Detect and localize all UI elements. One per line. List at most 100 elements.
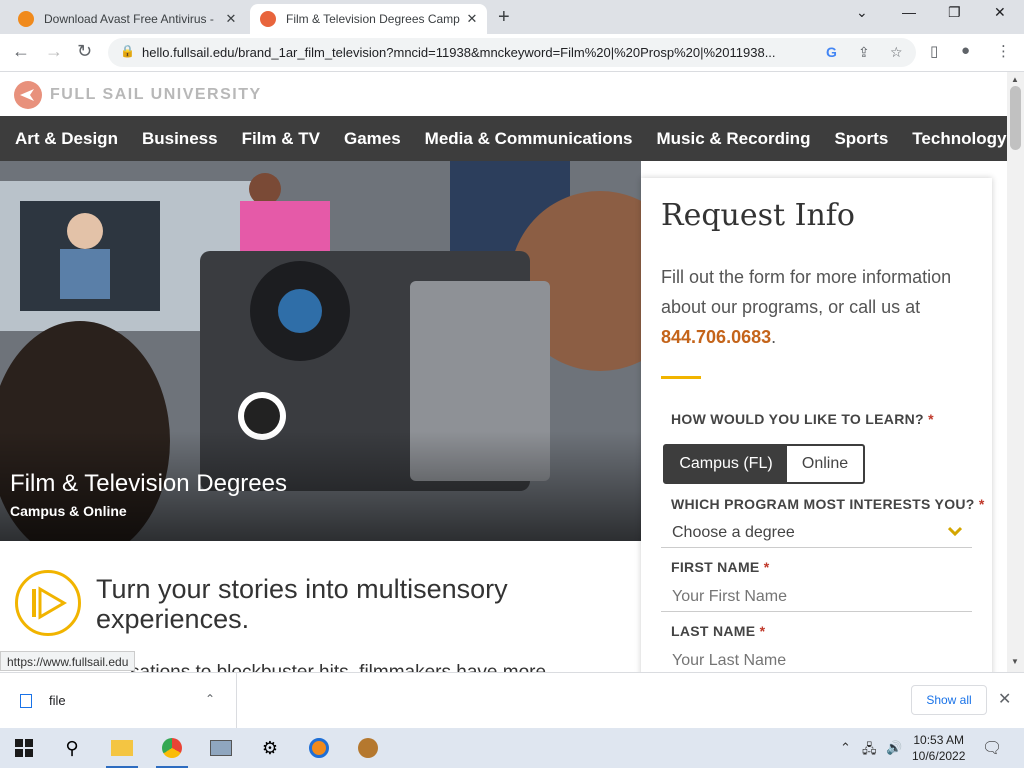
settings-gear-icon[interactable]: ⚙ (258, 736, 282, 760)
nav-media-communications[interactable]: Media & Communications (425, 129, 633, 149)
first-name-label: FIRST NAME * (671, 559, 770, 575)
first-name-field[interactable] (661, 582, 972, 612)
windows-start-icon[interactable] (12, 736, 36, 760)
menu-kebab-icon[interactable]: ⋮ (996, 42, 1011, 60)
show-all-button[interactable]: Show all (911, 685, 987, 715)
logo-text: FULL SAIL UNIVERSITY (50, 86, 262, 103)
url-text[interactable]: hello.fullsail.edu/brand_1ar_film_televi… (142, 45, 814, 60)
close-tab-icon[interactable]: ✕ (222, 11, 240, 27)
intro-paragraph: sations to blockbuster hits, filmmakers … (130, 662, 546, 672)
minimize-button[interactable]: — (902, 4, 916, 20)
side-panel-icon[interactable]: ▯ (930, 42, 938, 60)
request-info-form: Request Info Fill out the form for more … (641, 178, 992, 672)
new-tab-button[interactable]: + (498, 6, 510, 29)
program-label: WHICH PROGRAM MOST INTERESTS YOU? * (671, 496, 985, 512)
link-status-bubble: https://www.fullsail.edu (0, 651, 136, 671)
download-file-name: file (49, 693, 66, 708)
program-label-text: WHICH PROGRAM MOST INTERESTS YOU? (671, 496, 975, 512)
required-mark: * (978, 496, 985, 512)
share-icon[interactable]: ⇪ (858, 44, 870, 61)
web-page: FULL SAIL UNIVERSITY Art & Design Busine… (0, 72, 1007, 672)
learn-mode-toggle: Campus (FL) Online (663, 444, 865, 484)
profile-avatar-icon[interactable]: ● (961, 42, 970, 59)
learn-label-text: HOW WOULD YOU LIKE TO LEARN? (671, 411, 924, 427)
tab-search-icon[interactable]: ⌄ (856, 4, 868, 21)
intro-period: . (771, 327, 777, 347)
notifications-icon[interactable]: 🗨 (982, 738, 1002, 758)
tab-strip: Download Avast Free Antivirus - ✕ Film &… (0, 0, 1024, 34)
intro-text: Fill out the form for more information a… (661, 267, 952, 317)
online-option[interactable]: Online (787, 446, 863, 482)
close-tab-icon[interactable]: ✕ (463, 11, 481, 27)
program-select[interactable]: Choose a degree (661, 520, 972, 548)
form-heading: Request Info (661, 198, 855, 233)
image-viewer-icon[interactable] (209, 736, 233, 760)
chevron-up-icon[interactable]: ⌃ (205, 692, 215, 706)
nav-film-tv[interactable]: Film & TV (242, 129, 320, 149)
nav-sports[interactable]: Sports (834, 129, 888, 149)
lock-icon[interactable]: 🔒 (120, 44, 135, 58)
tab-avast[interactable]: Download Avast Free Antivirus - ✕ (8, 4, 246, 34)
scroll-up-icon[interactable]: ▲ (1011, 75, 1019, 84)
tagline-heading: Turn your stories into multisensory expe… (96, 574, 508, 634)
phone-link[interactable]: 844.706.0683 (661, 327, 771, 347)
clock-time: 10:53 AM (913, 733, 965, 747)
required-mark: * (763, 559, 770, 575)
nav-business[interactable]: Business (142, 129, 218, 149)
network-icon[interactable]: 🖧 (862, 740, 877, 762)
logo-mark-icon (14, 81, 42, 109)
bookmark-star-icon[interactable]: ☆ (890, 44, 903, 61)
form-intro: Fill out the form for more information a… (661, 262, 981, 352)
tab-fullsail[interactable]: Film & Television Degrees Camp ✕ (250, 4, 487, 34)
volume-icon[interactable]: 🔊 (886, 740, 902, 756)
chevron-down-icon (947, 523, 963, 539)
restore-button[interactable]: ❐ (948, 4, 961, 21)
file-explorer-icon[interactable] (106, 736, 138, 768)
program-select-value: Choose a degree (672, 524, 795, 541)
hero-subtitle: Campus & Online (10, 503, 127, 519)
windows-taskbar: ⚲ ⚙ ⌃ 🖧 🔊 10:53 AM 10/6/2022 🗨 (0, 728, 1024, 768)
required-mark: * (928, 411, 934, 427)
hero-image: Film & Television Degrees Campus & Onlin… (0, 161, 641, 541)
download-bar: file ⌃ Show all ✕ (0, 672, 1024, 728)
nav-technology[interactable]: Technology (912, 129, 1006, 149)
last-name-field[interactable] (661, 646, 972, 672)
scrollbar-thumb[interactable] (1010, 86, 1021, 150)
avast-favicon-icon (18, 11, 34, 27)
page-scrollbar[interactable]: ▲ ▼ (1007, 72, 1024, 672)
nav-music-recording[interactable]: Music & Recording (656, 129, 810, 149)
play-forward-icon (15, 570, 81, 636)
browser-toolbar: ← → ↻ 🔒 hello.fullsail.edu/brand_1ar_fil… (0, 34, 1024, 72)
avast-browser-icon[interactable] (307, 736, 331, 760)
main-nav: Art & Design Business Film & TV Games Me… (0, 116, 1007, 161)
search-icon[interactable]: ⚲ (60, 736, 84, 760)
download-item[interactable]: file ⌃ (0, 673, 237, 728)
chrome-icon[interactable] (156, 736, 188, 768)
tab-title: Download Avast Free Antivirus - (44, 12, 214, 26)
gold-divider (661, 376, 701, 379)
forward-icon[interactable]: → (45, 41, 63, 62)
nav-games[interactable]: Games (344, 129, 401, 149)
system-clock[interactable]: 10:53 AM 10/6/2022 (912, 732, 965, 764)
last-name-label: LAST NAME * (671, 623, 765, 639)
clock-date: 10/6/2022 (912, 749, 966, 763)
google-lens-icon[interactable]: G (826, 44, 837, 60)
last-name-label-text: LAST NAME (671, 623, 756, 639)
hero-title: Film & Television Degrees (10, 470, 287, 497)
back-icon[interactable]: ← (12, 41, 30, 62)
file-icon (20, 694, 32, 708)
tab-title: Film & Television Degrees Camp (286, 12, 460, 26)
reload-icon[interactable]: ↻ (77, 41, 92, 62)
required-mark: * (759, 623, 766, 639)
address-bar[interactable]: 🔒 hello.fullsail.edu/brand_1ar_film_tele… (108, 38, 916, 67)
first-name-label-text: FIRST NAME (671, 559, 760, 575)
full-sail-logo[interactable]: FULL SAIL UNIVERSITY (14, 81, 262, 109)
tray-chevron-up-icon[interactable]: ⌃ (840, 740, 851, 756)
close-download-bar-icon[interactable]: ✕ (998, 689, 1011, 709)
campus-option[interactable]: Campus (FL) (665, 446, 787, 482)
learn-label: HOW WOULD YOU LIKE TO LEARN? * (671, 411, 934, 427)
close-window-button[interactable]: ✕ (994, 4, 1006, 21)
nav-art-design[interactable]: Art & Design (15, 129, 118, 149)
scroll-down-icon[interactable]: ▼ (1011, 657, 1019, 666)
app-globe-icon[interactable] (356, 736, 380, 760)
